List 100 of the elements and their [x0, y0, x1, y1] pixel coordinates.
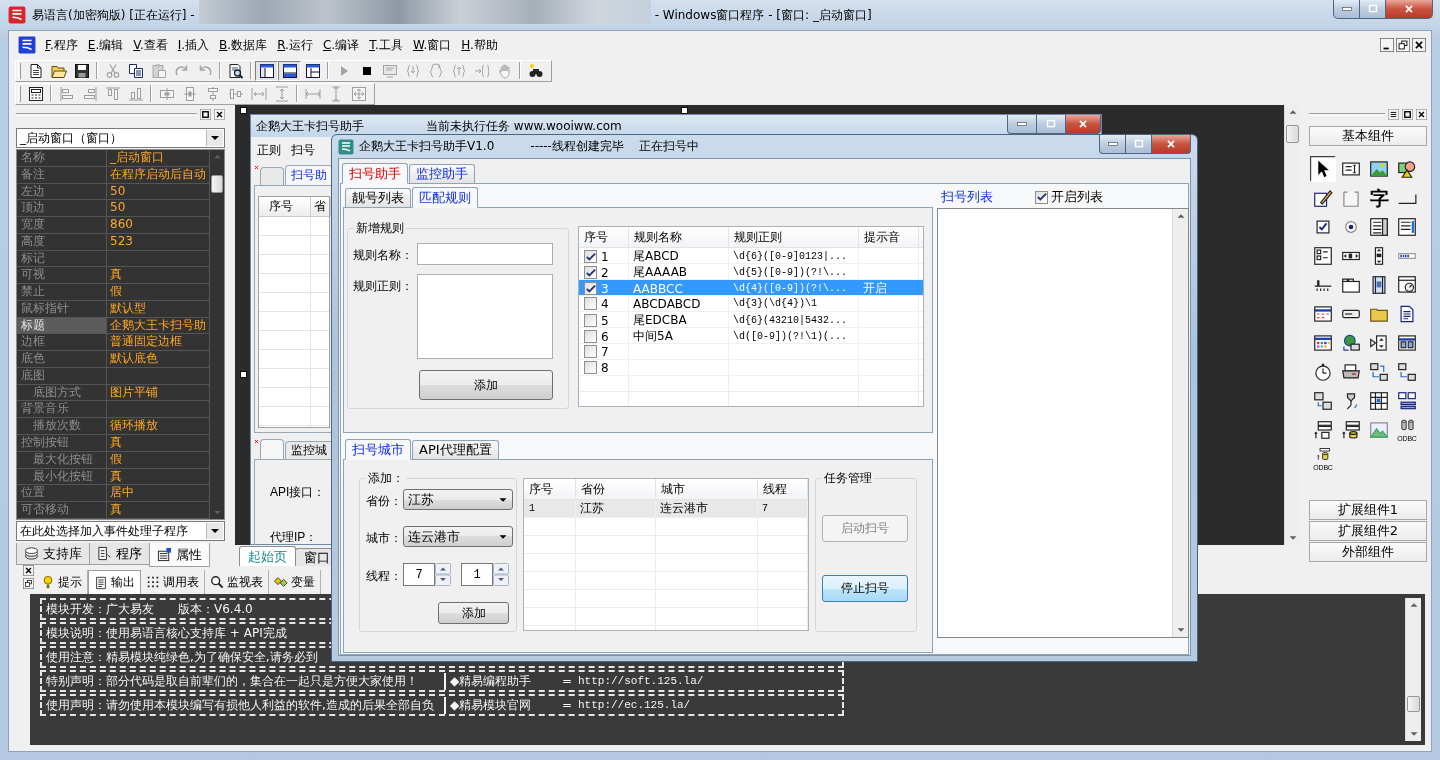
table-row[interactable]: 4 ABCDABCD \d{3}(\d{4})\1 [579, 296, 923, 312]
menu-item[interactable]: 扫号 [291, 141, 315, 159]
tab[interactable]: 监控助手 [409, 164, 475, 183]
page-magnifier-icon[interactable] [227, 62, 244, 79]
property-name[interactable]: 宽度 [17, 217, 107, 233]
property-name[interactable]: 顶边 [17, 200, 107, 217]
panel-tab[interactable]: 属性 [149, 543, 210, 567]
component-group-button[interactable]: 扩展组件1 [1309, 500, 1427, 520]
property-name[interactable]: 位置 [17, 485, 107, 502]
property-name[interactable]: 标记 [17, 250, 107, 267]
resize-handle-icon[interactable] [240, 371, 247, 378]
checkbox[interactable] [584, 361, 597, 374]
input-field[interactable] [417, 243, 553, 265]
layout-icon[interactable] [304, 62, 321, 79]
checkbox[interactable] [584, 250, 597, 263]
add-button[interactable]: 添加 [438, 602, 509, 624]
table-row[interactable]: 1 尾ABCD \d{6}([0-9]0123|... [579, 248, 923, 264]
menu-item[interactable]: E.编辑 [82, 33, 129, 57]
close-button[interactable] [1065, 115, 1101, 134]
pointer-icon[interactable] [1310, 155, 1336, 182]
property-name[interactable]: 底图方式 [17, 384, 107, 401]
number-field[interactable]: 1 [461, 563, 493, 586]
menu-item[interactable]: R.运行 [272, 33, 318, 57]
column-header[interactable]: 省份 [576, 479, 656, 499]
component-group-button[interactable]: 基本组件 [1309, 126, 1427, 146]
property-name[interactable]: 左边 [17, 183, 107, 200]
property-name[interactable]: 备注 [17, 166, 107, 183]
table-row[interactable]: 6 中间5A \d([0-9])(?!\1)(... [579, 328, 923, 344]
close-button[interactable] [1151, 135, 1191, 154]
menu-item[interactable]: B.数据库 [214, 33, 273, 57]
maximize-button[interactable] [1036, 115, 1066, 134]
property-name[interactable]: 底图 [17, 367, 107, 384]
menu-item[interactable]: F.程序 [40, 33, 83, 57]
minimize-button[interactable] [1333, 0, 1360, 19]
restore-icon[interactable] [1396, 38, 1410, 52]
table-row[interactable]: 2 尾AAAAB \d{5}([0-9])(?!\... [579, 264, 923, 280]
binoculars-icon[interactable] [527, 62, 544, 79]
minimize-icon[interactable] [1380, 38, 1394, 52]
property-name[interactable]: 底色 [17, 351, 107, 367]
column-header[interactable]: 规则名称 [629, 227, 729, 247]
new-file-icon[interactable] [27, 62, 44, 79]
tab[interactable]: 扫号城市 [345, 439, 411, 460]
property-name[interactable]: 控制按钮 [17, 435, 107, 451]
restore-icon[interactable] [1402, 108, 1413, 120]
city-dropdown[interactable]: 连云港市 [403, 526, 513, 547]
close-button[interactable] [1385, 0, 1433, 19]
checkbox[interactable] [584, 314, 597, 327]
url-text[interactable]: http://ec.125.la/ [578, 699, 691, 711]
add-button[interactable]: 添加 [419, 370, 553, 400]
checkbox[interactable] [1035, 190, 1048, 204]
spin-arrows-icon[interactable] [435, 563, 451, 586]
menu-item[interactable]: V.查看 [128, 33, 173, 57]
menu-item[interactable]: H.帮助 [456, 33, 503, 57]
property-name[interactable]: 最大化按钮 [17, 451, 107, 468]
checkbox[interactable] [584, 266, 597, 279]
tab[interactable]: API代理配置 [412, 440, 499, 459]
property-name[interactable]: 高度 [17, 233, 107, 250]
table-row[interactable]: 5 尾EDCBA \d{6}(43210|5432... [579, 312, 923, 328]
component-group-button[interactable]: 外部组件 [1309, 542, 1427, 562]
tab[interactable]: 匹配规则 [412, 187, 478, 208]
column-header[interactable]: 城市 [656, 479, 758, 499]
event-dropdown[interactable]: 在此处选择加入事件处理子程序 [16, 521, 225, 541]
minimize-button[interactable] [1007, 115, 1037, 134]
scroll-thumb[interactable] [1407, 696, 1420, 712]
resize-handle-icon[interactable] [240, 107, 247, 114]
resize-handle-icon[interactable] [681, 107, 688, 114]
column-header[interactable]: 序号 [579, 227, 629, 247]
form-icon[interactable] [27, 85, 44, 102]
tab[interactable]: 扫号助 [285, 165, 333, 185]
province-dropdown[interactable]: 江苏 [403, 489, 513, 510]
checkbox[interactable] [584, 282, 597, 295]
copy-icon[interactable] [127, 62, 144, 79]
checkbox[interactable] [584, 330, 597, 343]
menu-item[interactable]: C.编译 [317, 33, 365, 57]
menu-item[interactable]: I.插入 [172, 33, 215, 57]
stop-button[interactable]: 停止扫号 [822, 575, 908, 602]
table-row[interactable]: 7 [579, 344, 923, 360]
column-header[interactable]: 规则正则 [729, 227, 859, 247]
spin-arrows-icon[interactable] [493, 563, 509, 586]
scroll-thumb[interactable] [211, 175, 223, 193]
panel-tab[interactable]: 程序 [89, 543, 150, 565]
object-dropdown[interactable]: _启动窗口（窗口） [16, 128, 225, 148]
scroll-thumb[interactable] [1286, 125, 1299, 143]
property-name[interactable]: 鼠标指针 [17, 300, 107, 317]
menu-item[interactable]: T.工具 [364, 33, 408, 57]
panel-tab[interactable]: 支持库 [16, 543, 90, 565]
restore-icon[interactable] [200, 108, 211, 120]
close-icon[interactable] [23, 565, 34, 576]
property-name[interactable]: 可视 [17, 267, 107, 284]
property-name[interactable]: 禁止 [17, 284, 107, 300]
menu-icon[interactable] [1388, 108, 1399, 120]
property-name[interactable]: 名称 [17, 150, 107, 166]
document-tab[interactable]: 起始页 [239, 546, 296, 566]
property-name[interactable]: 可否移动 [17, 502, 107, 518]
checkbox[interactable] [584, 297, 597, 310]
tab[interactable]: 扫号助手 [342, 163, 408, 184]
checkbox[interactable] [584, 345, 597, 358]
component-group-button[interactable]: 扩展组件2 [1309, 521, 1427, 541]
column-header[interactable]: 提示音 [859, 227, 919, 247]
column-header[interactable]: 序号 [524, 479, 576, 499]
